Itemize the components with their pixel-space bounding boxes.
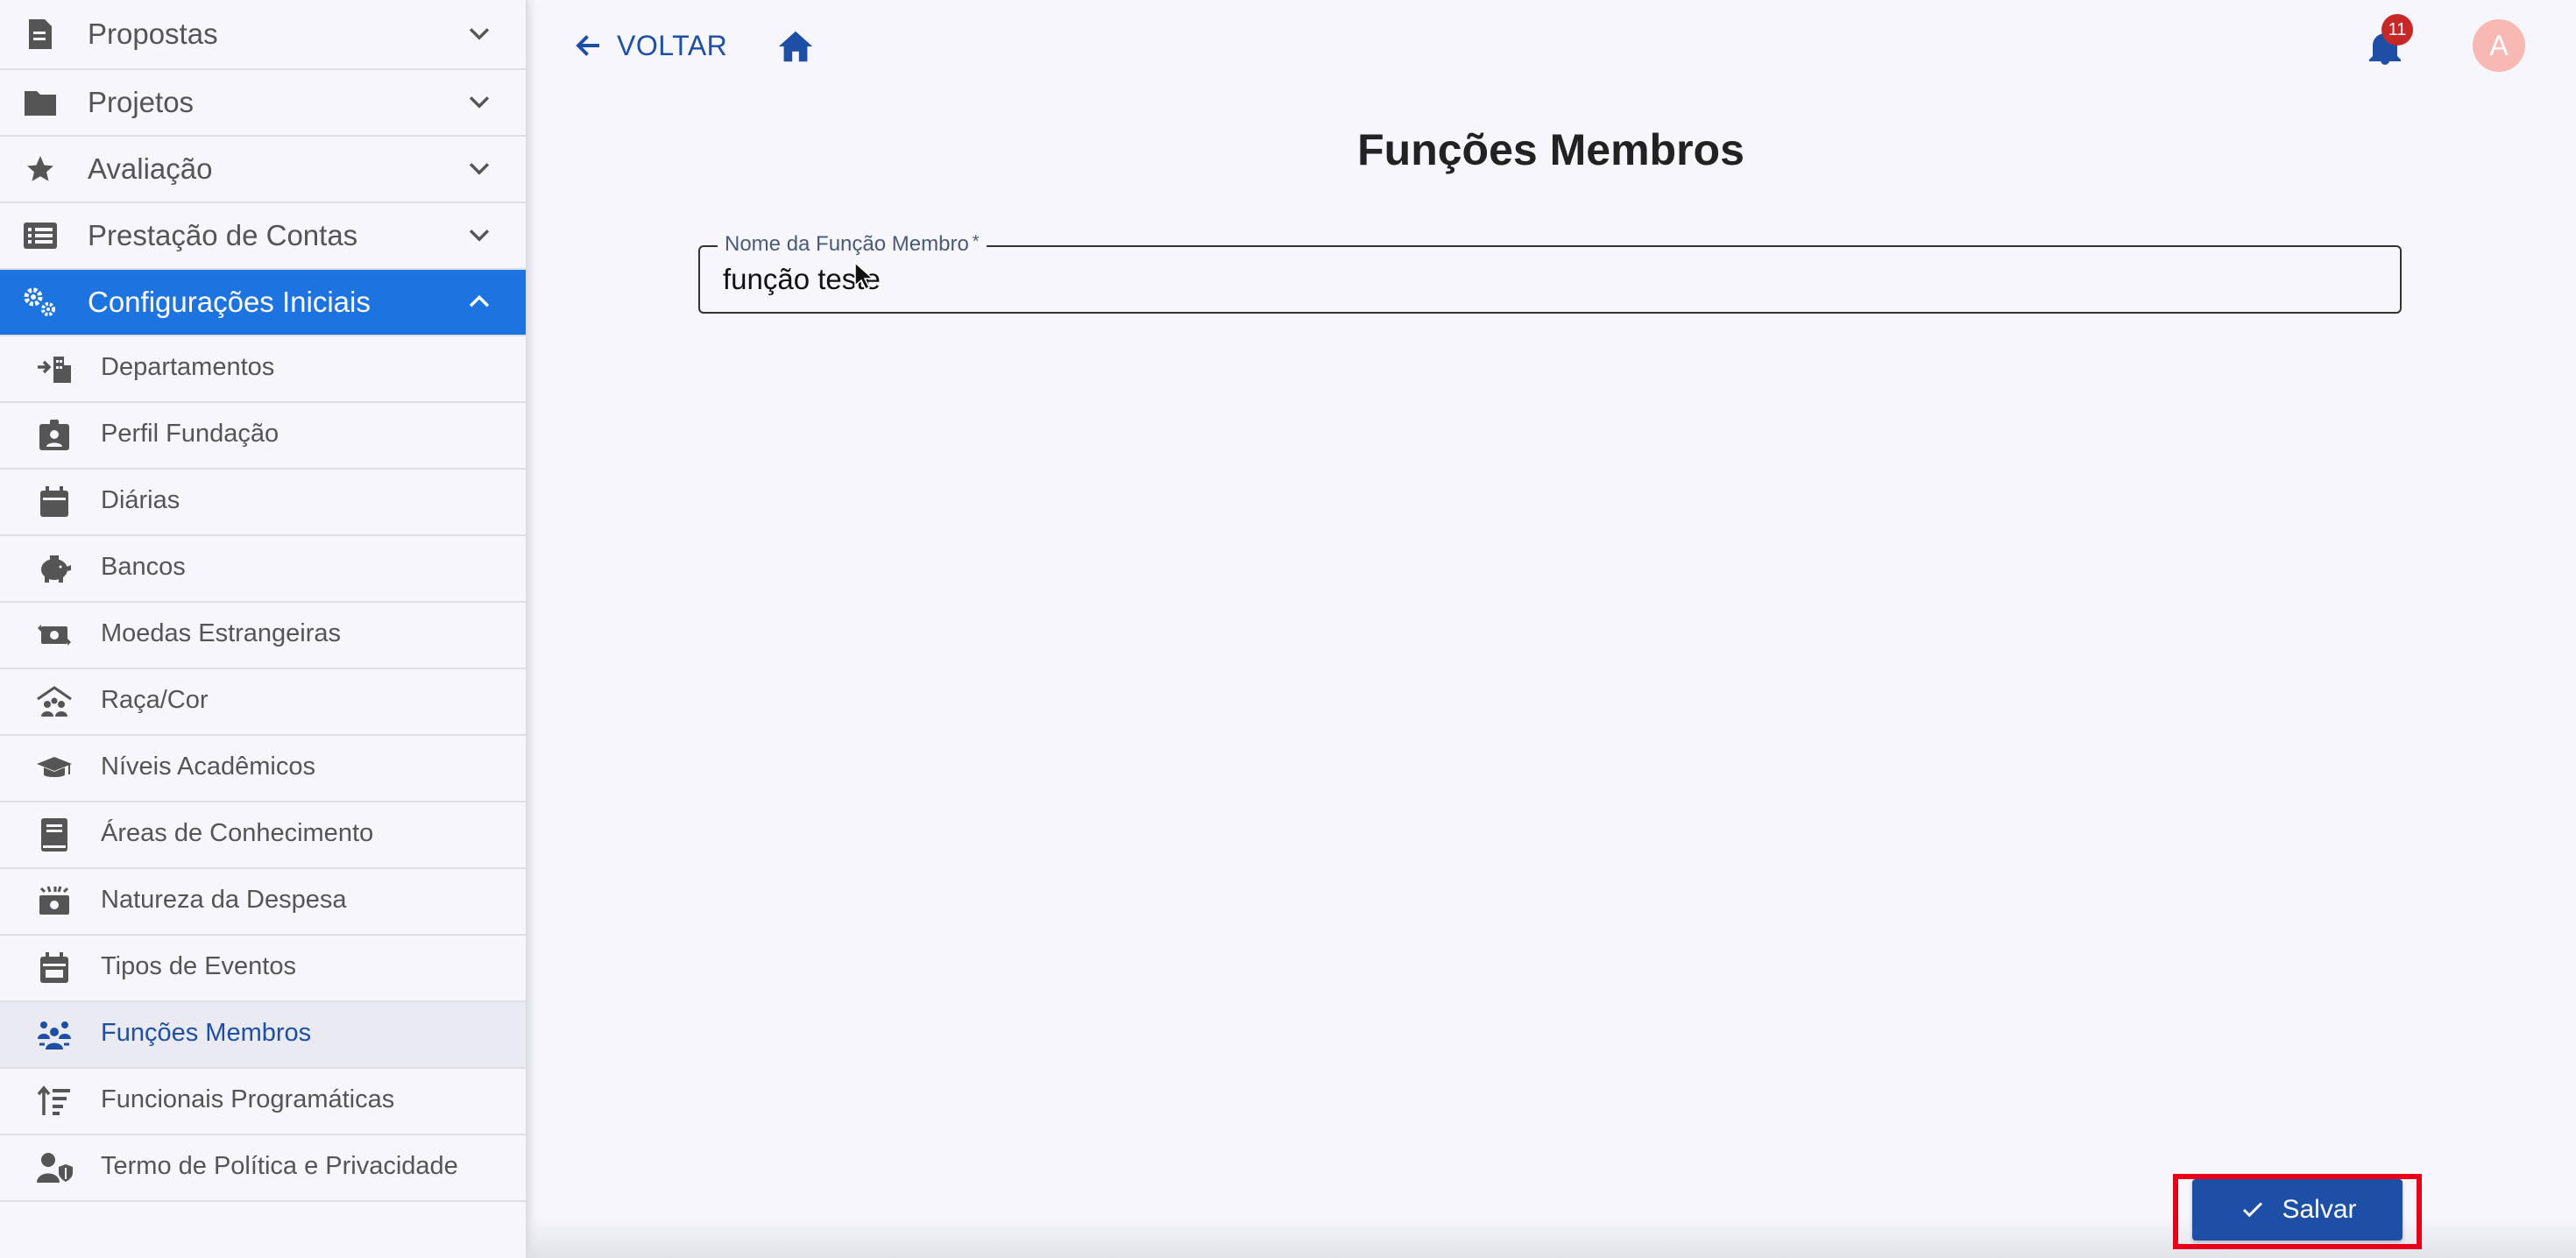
- nav-item-avaliacao[interactable]: Avaliação: [0, 137, 526, 203]
- notification-badge: 11: [2381, 14, 2413, 46]
- funcao-membro-field: Nome da Função Membro *: [698, 232, 2402, 314]
- id-badge-icon: [35, 416, 74, 455]
- back-label: VOLTAR: [617, 29, 728, 61]
- building-arrow-icon: [35, 350, 74, 388]
- sidebar-item-label: Raça/Cor: [101, 686, 209, 714]
- mouse-pointer-icon: [854, 261, 873, 291]
- nav-label: Projetos: [88, 86, 195, 118]
- nav-label: Prestação de Contas: [88, 219, 358, 251]
- back-button[interactable]: VOLTAR: [571, 25, 727, 67]
- sidebar-item-tipos-de-eventos[interactable]: Tipos de Eventos: [0, 936, 526, 1002]
- sidebar-item-label: Perfil Fundação: [101, 420, 280, 448]
- people-group-icon: [35, 1015, 74, 1054]
- folder-icon: [21, 83, 60, 122]
- save-button[interactable]: Salvar: [2192, 1179, 2403, 1240]
- sidebar-item-perfil-fundacao[interactable]: Perfil Fundação: [0, 403, 526, 470]
- nav-label: Propostas: [88, 18, 218, 50]
- sidebar-item-label: Funções Membros: [101, 1019, 312, 1047]
- chevron-up-icon: [469, 294, 490, 307]
- sidebar-item-label: Natureza da Despesa: [101, 886, 347, 914]
- sidebar-item-label: Áreas de Conhecimento: [101, 819, 374, 847]
- sidebar-item-label: Funcionais Programáticas: [101, 1085, 395, 1113]
- piggy-bank-icon: [35, 549, 74, 588]
- nav-item-propostas[interactable]: Propostas: [0, 0, 526, 70]
- sidebar-item-label: Moedas Estrangeiras: [101, 619, 342, 647]
- graduation-cap-icon: [35, 749, 74, 788]
- field-label: Nome da Função Membro *: [718, 232, 987, 257]
- page-title: Funções Membros: [1357, 125, 1744, 174]
- star-icon: [21, 150, 60, 188]
- chevron-down-icon: [469, 163, 490, 175]
- sidebar-item-funcoes-membros[interactable]: Funções Membros: [0, 1002, 526, 1069]
- sidebar-item-departamentos[interactable]: Departamentos: [0, 336, 526, 403]
- nav-item-configuracoes-iniciais[interactable]: Configurações Iniciais: [0, 270, 526, 336]
- sidebar-item-diarias[interactable]: Diárias: [0, 470, 526, 536]
- sidebar-item-natureza-da-despesa[interactable]: Natureza da Despesa: [0, 869, 526, 936]
- chevron-down-icon: [469, 96, 490, 109]
- money-exchange-icon: [35, 616, 74, 654]
- avatar[interactable]: A: [2473, 19, 2525, 72]
- chevron-down-icon: [469, 230, 490, 242]
- sidebar: Propostas Projetos Avaliação Prestação d…: [0, 0, 527, 1258]
- user-shield-icon: [35, 1148, 74, 1187]
- sidebar-item-funcionais-programaticas[interactable]: Funcionais Programáticas: [0, 1069, 526, 1135]
- calendar-event-icon: [35, 949, 74, 987]
- home-icon[interactable]: [775, 26, 816, 67]
- sidebar-item-label: Tipos de Eventos: [101, 952, 296, 980]
- sidebar-item-label: Níveis Acadêmicos: [101, 753, 315, 781]
- sidebar-item-bancos[interactable]: Bancos: [0, 536, 526, 603]
- sidebar-item-niveis-academicos[interactable]: Níveis Acadêmicos: [0, 736, 526, 802]
- funcao-membro-input[interactable]: [723, 259, 2370, 300]
- sidebar-item-label: Diárias: [101, 486, 180, 514]
- nav-item-projetos[interactable]: Projetos: [0, 70, 526, 137]
- sort-lines-icon: [35, 1082, 74, 1120]
- sidebar-item-moedas-estrangeiras[interactable]: Moedas Estrangeiras: [0, 603, 526, 669]
- gears-icon: [21, 283, 60, 322]
- money-bills-icon: [35, 882, 74, 921]
- sidebar-item-raca-cor[interactable]: Raça/Cor: [0, 669, 526, 736]
- nav-label: Configurações Iniciais: [88, 286, 371, 318]
- book-icon: [35, 816, 74, 854]
- nav-item-prestacao-de-contas[interactable]: Prestação de Contas: [0, 203, 526, 270]
- people-roof-icon: [35, 682, 74, 721]
- sidebar-item-termo-de-politica[interactable]: Termo de Política e Privacidade: [0, 1135, 526, 1202]
- sidebar-item-label: Bancos: [101, 553, 186, 581]
- arrow-left-icon: [576, 35, 599, 56]
- document-icon: [21, 15, 60, 53]
- sidebar-item-label: Departamentos: [101, 353, 275, 381]
- list-icon: [21, 216, 60, 255]
- chevron-down-icon: [469, 28, 490, 40]
- save-label: Salvar: [2282, 1195, 2357, 1224]
- check-icon: [2243, 1202, 2263, 1218]
- nav-label: Avaliação: [88, 152, 213, 185]
- calendar-icon: [35, 483, 74, 521]
- sidebar-item-areas-de-conhecimento[interactable]: Áreas de Conhecimento: [0, 802, 526, 869]
- sidebar-item-label: Termo de Política e Privacidade: [101, 1152, 458, 1180]
